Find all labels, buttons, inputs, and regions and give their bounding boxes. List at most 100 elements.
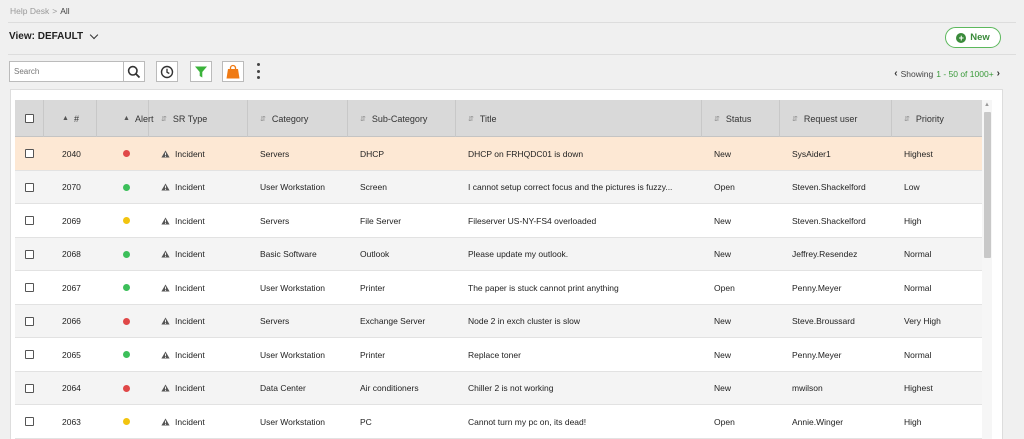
- cell-type-label: Incident: [175, 282, 205, 293]
- column-header-title[interactable]: ⇵ Title: [456, 100, 702, 137]
- table-row[interactable]: 2063 Incident User Workstation PC Cannot tur…: [15, 405, 984, 439]
- cell-status: New: [714, 215, 732, 226]
- cell-subcategory: Printer: [360, 349, 386, 360]
- row-checkbox[interactable]: [25, 350, 34, 359]
- table-row[interactable]: 2064 Incident Data Center Air conditioners C…: [15, 371, 984, 405]
- cell-status: Open: [714, 282, 735, 293]
- row-select-cell: [15, 338, 44, 371]
- plus-circle-icon: +: [956, 32, 967, 43]
- bag-button[interactable]: [222, 61, 244, 82]
- row-checkbox[interactable]: [25, 383, 34, 393]
- cell-type: Incident: [149, 137, 248, 170]
- cell-status: New: [714, 349, 732, 360]
- table-row[interactable]: 2067 Incident User Workstation Printer The p…: [15, 271, 984, 305]
- table-row[interactable]: 2070 Incident User Workstation Screen I cann…: [15, 170, 984, 204]
- more-options-icon[interactable]: [255, 63, 261, 79]
- paging-prefix: Showing: [900, 68, 934, 79]
- cell-title[interactable]: The paper is stuck cannot print anything: [456, 271, 702, 304]
- cell-title[interactable]: I cannot setup correct focus and the pic…: [456, 171, 702, 204]
- cell-num[interactable]: 2065: [44, 338, 97, 371]
- column-header-num[interactable]: ▲ #: [44, 100, 97, 137]
- table-row[interactable]: 2066 Incident Servers Exchange Server Node 2…: [15, 304, 984, 338]
- view-label: View: DEFAULT: [9, 31, 84, 42]
- column-header-category-label: Category: [271, 113, 309, 124]
- cell-alert: [97, 338, 149, 371]
- warning-icon: [161, 417, 170, 426]
- row-checkbox[interactable]: [25, 316, 34, 326]
- cell-num[interactable]: 2070: [44, 171, 97, 204]
- cell-priority: Highest: [904, 148, 933, 159]
- breadcrumb-root[interactable]: Help Desk: [10, 6, 49, 16]
- view-selector[interactable]: View: DEFAULT: [9, 30, 99, 42]
- row-select-cell: [15, 305, 44, 338]
- row-checkbox[interactable]: [25, 216, 34, 225]
- cell-title[interactable]: Please update my outlook.: [456, 238, 702, 271]
- alert-status-dot: [123, 217, 130, 224]
- table-row[interactable]: 2065 Incident User Workstation Printer Repla…: [15, 338, 984, 372]
- cell-title[interactable]: Cannot turn my pc on, its dead!: [456, 405, 702, 438]
- alert-status-dot: [123, 284, 130, 291]
- select-all-checkbox[interactable]: [24, 114, 34, 123]
- cell-title[interactable]: Fileserver US-NY-FS4 overloaded: [456, 204, 702, 237]
- cell-title[interactable]: Node 2 in exch cluster is slow: [456, 305, 702, 338]
- sort-icon: ⇵: [714, 115, 720, 123]
- column-header-subcategory[interactable]: ⇵ Sub-Category: [348, 100, 456, 137]
- filter-button[interactable]: [190, 61, 212, 82]
- sort-icon: ⇵: [360, 115, 366, 123]
- row-checkbox[interactable]: [25, 249, 34, 259]
- table-row[interactable]: 2040 Incident Servers DHCP DHCP on FRHQDC01 …: [15, 137, 984, 171]
- row-checkbox[interactable]: [25, 283, 34, 292]
- column-header-type[interactable]: ⇵ SR Type: [149, 100, 248, 137]
- warning-icon: [161, 317, 170, 325]
- cell-title[interactable]: DHCP on FRHQDC01 is down: [456, 137, 702, 170]
- cell-alert: [97, 372, 149, 405]
- column-header-status[interactable]: ⇵ Status: [702, 100, 780, 137]
- column-header-category[interactable]: ⇵ Category: [248, 100, 348, 137]
- sort-icon: ⇵: [792, 115, 798, 123]
- warning-icon: [161, 250, 170, 258]
- row-checkbox[interactable]: [25, 149, 34, 158]
- history-button[interactable]: [156, 61, 178, 82]
- cell-title[interactable]: Replace toner: [456, 338, 702, 371]
- scroll-thumb[interactable]: [984, 112, 991, 258]
- row-checkbox[interactable]: [25, 182, 34, 192]
- scroll-up-icon[interactable]: ▲: [984, 102, 990, 108]
- cell-type-label: Incident: [175, 316, 205, 326]
- column-header-priority[interactable]: ⇵ Priority: [892, 100, 984, 137]
- table-row[interactable]: 2068 Incident Basic Software Outlook Please …: [15, 237, 984, 271]
- cell-alert: [97, 238, 149, 271]
- column-header-num-label: #: [73, 113, 79, 124]
- column-header-user[interactable]: ⇵ Request user: [780, 100, 892, 137]
- cell-type: Incident: [149, 338, 248, 371]
- column-header-type-label: SR Type: [172, 113, 208, 124]
- cell-num[interactable]: 2069: [44, 204, 97, 237]
- cell-subcategory: Printer: [360, 282, 386, 293]
- row-select-cell: [15, 171, 44, 204]
- cell-request-user: Penny.Meyer: [792, 349, 842, 360]
- column-header-subcategory-label: Sub-Category: [371, 113, 428, 124]
- cell-request-user: Jeffrey.Resendez: [792, 249, 858, 259]
- cell-request-user: Annie.Winger: [792, 416, 844, 427]
- table-row[interactable]: 2069 Incident Servers File Server Fileserver…: [15, 204, 984, 238]
- search-button[interactable]: [123, 61, 145, 82]
- vertical-scrollbar[interactable]: ▲: [982, 100, 992, 439]
- cell-type-label: Incident: [175, 249, 205, 259]
- next-page-icon[interactable]: ›: [997, 68, 1000, 79]
- alert-status-dot: [123, 418, 130, 425]
- cell-num[interactable]: 2068: [44, 238, 97, 271]
- cell-num[interactable]: 2067: [44, 271, 97, 304]
- search-input[interactable]: [9, 61, 123, 82]
- prev-page-icon[interactable]: ‹: [894, 68, 897, 79]
- column-header-alert[interactable]: ▲ Alert: [97, 100, 153, 137]
- select-all-cell: [15, 100, 44, 137]
- cell-category: Basic Software: [260, 249, 317, 259]
- cell-num[interactable]: 2040: [44, 137, 97, 170]
- cell-title[interactable]: Chiller 2 is not working: [456, 372, 702, 405]
- row-checkbox[interactable]: [25, 417, 34, 426]
- cell-type-label: Incident: [175, 182, 205, 192]
- cell-num[interactable]: 2064: [44, 372, 97, 405]
- cell-num[interactable]: 2063: [44, 405, 97, 438]
- new-button[interactable]: + New: [945, 27, 1001, 48]
- cell-num[interactable]: 2066: [44, 305, 97, 338]
- table-body: 2040 Incident Servers DHCP DHCP on FRHQDC01 …: [15, 137, 984, 439]
